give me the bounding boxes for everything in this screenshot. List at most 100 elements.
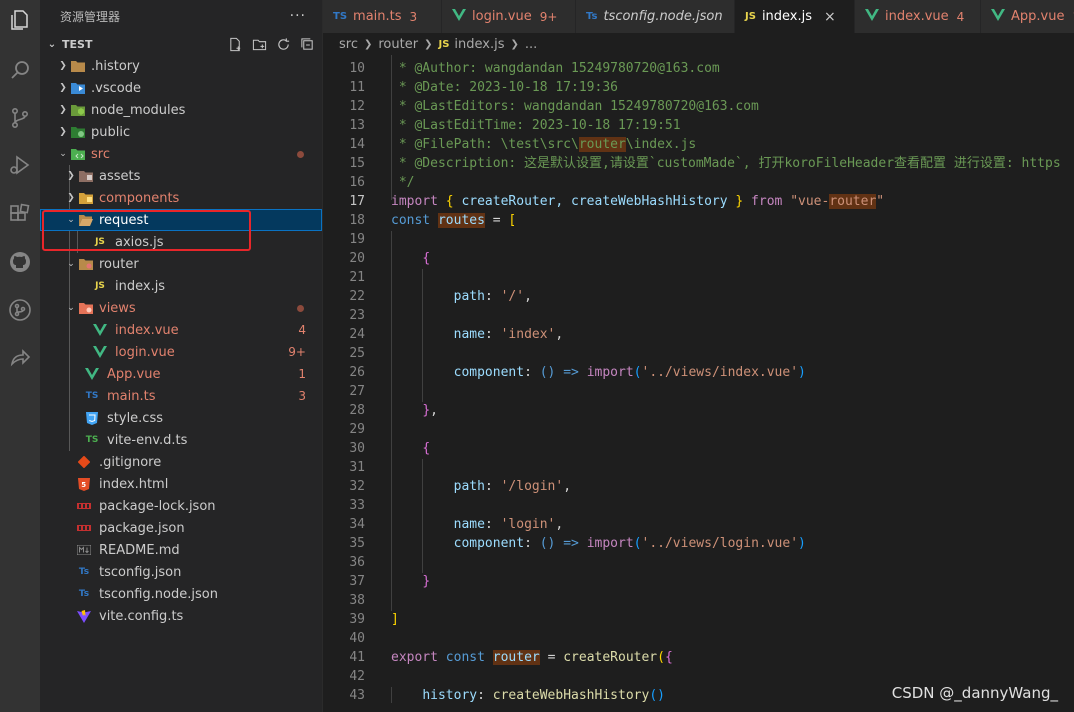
code-token: component xyxy=(453,536,525,551)
problem-count-badge: 9+ xyxy=(288,345,306,359)
tree-item-label: vite-env.d.ts xyxy=(107,432,188,448)
workspace-root[interactable]: ⌄ TEST xyxy=(40,33,322,55)
tab-index-vue[interactable]: index.vue 4 xyxy=(855,0,981,33)
tree-item-label: App.vue xyxy=(107,366,161,382)
tree-folder-history[interactable]: ❯ .history xyxy=(40,55,322,77)
tree-item-label: public xyxy=(91,124,131,140)
javascript-file-icon: JS xyxy=(95,281,105,291)
code-text: const routes = [ xyxy=(391,213,517,228)
search-icon[interactable] xyxy=(0,50,40,90)
code-text: * @Date: 2023-10-18 17:19:36 xyxy=(391,80,618,95)
tree-folder-router[interactable]: ⌄ router xyxy=(40,253,322,275)
breadcrumb-item[interactable]: index.js xyxy=(454,37,504,52)
views-folder-icon xyxy=(78,300,94,316)
vscode-folder-icon xyxy=(70,80,86,96)
tree-file-index-html[interactable]: 5 index.html xyxy=(40,473,322,495)
tree-file-app-vue[interactable]: App.vue 1 xyxy=(40,363,322,385)
tab-main-ts[interactable]: TS main.ts 3 xyxy=(323,0,442,33)
tree-folder-vscode[interactable]: ❯ .vscode xyxy=(40,77,322,99)
code-text: import { createRouter, createWebHashHist… xyxy=(391,194,885,209)
npm-file-icon xyxy=(74,498,94,514)
problem-count-badge: 4 xyxy=(298,323,306,337)
code-line: 21 xyxy=(323,268,1074,287)
tree-file-readme[interactable]: README.md xyxy=(40,539,322,561)
tab-tsconfig-node[interactable]: Ts tsconfig.node.json xyxy=(576,0,735,33)
tree-file-package-json[interactable]: package.json xyxy=(40,517,322,539)
tree-item-label: index.js xyxy=(115,278,166,294)
tree-file-main-ts[interactable]: TS main.ts 3 xyxy=(40,385,322,407)
code-line: 35 component: () => import('../views/log… xyxy=(323,534,1074,553)
line-number: 14 xyxy=(349,137,365,152)
tree-item-label: vite.config.ts xyxy=(99,608,184,624)
problem-count-badge: 3 xyxy=(409,9,418,24)
tree-file-package-lock[interactable]: package-lock.json xyxy=(40,495,322,517)
tree-item-label: .gitignore xyxy=(99,454,162,470)
line-number: 23 xyxy=(349,308,365,323)
code-token: "vue- xyxy=(790,194,830,209)
tree-folder-assets[interactable]: ❯ assets xyxy=(40,165,322,187)
tree-item-label: router xyxy=(99,256,139,272)
tree-item-label: .history xyxy=(91,58,140,74)
code-token: path xyxy=(453,289,485,304)
breadcrumb-item[interactable]: src xyxy=(339,37,358,52)
tree-file-index-vue[interactable]: index.vue 4 xyxy=(40,319,322,341)
code-line: 36 xyxy=(323,553,1074,572)
github-icon[interactable] xyxy=(0,242,40,282)
line-number: 18 xyxy=(349,213,365,228)
code-token: component xyxy=(453,365,525,380)
code-text: * @Author: wangdandan 15249780720@163.co… xyxy=(391,61,720,76)
extensions-icon[interactable] xyxy=(0,194,40,234)
code-token: const xyxy=(391,213,431,228)
tab-app-vue[interactable]: App.vue 1 xyxy=(981,0,1074,33)
tree-file-tsconfig[interactable]: Ts tsconfig.json xyxy=(40,561,322,583)
code-line: 23 xyxy=(323,306,1074,325)
vue-file-icon xyxy=(90,322,110,338)
code-token: createRouter, createWebHashHistory xyxy=(461,194,728,209)
new-folder-icon[interactable] xyxy=(250,35,268,53)
tree-folder-components[interactable]: ❯ components xyxy=(40,187,322,209)
close-icon[interactable]: × xyxy=(824,9,836,25)
breadcrumb-item[interactable]: router xyxy=(378,37,418,52)
new-file-icon[interactable] xyxy=(226,35,244,53)
code-editor[interactable]: 10 * @Author: wangdandan 15249780720@163… xyxy=(323,55,1074,712)
run-debug-icon[interactable] xyxy=(0,145,40,185)
code-text: \index.js xyxy=(625,137,697,152)
tree-folder-node-modules[interactable]: ❯ node_modules xyxy=(40,99,322,121)
code-text: path: '/login', xyxy=(453,479,572,494)
git-graph-icon[interactable] xyxy=(0,290,40,330)
tree-file-gitignore[interactable]: .gitignore xyxy=(40,451,322,473)
tree-file-vite-env[interactable]: TS vite-env.d.ts xyxy=(40,429,322,451)
collapse-all-icon[interactable] xyxy=(298,35,316,53)
tree-folder-views[interactable]: ⌄ views xyxy=(40,297,322,319)
refresh-icon[interactable] xyxy=(274,35,292,53)
code-text: name: 'index', xyxy=(453,327,564,342)
code-text: path: '/', xyxy=(453,289,532,304)
tab-login-vue[interactable]: login.vue 9+ xyxy=(442,0,576,33)
src-folder-icon xyxy=(70,146,86,162)
tree-folder-src[interactable]: ⌄ src xyxy=(40,143,322,165)
tree-item-label: style.css xyxy=(107,410,163,426)
tab-index-js[interactable]: JS index.js × xyxy=(735,0,855,33)
line-number: 12 xyxy=(349,99,365,114)
problem-count-badge: 3 xyxy=(298,389,306,403)
vue-file-icon xyxy=(90,344,110,360)
breadcrumb-item[interactable]: ... xyxy=(525,37,537,52)
more-actions-icon[interactable]: ··· xyxy=(290,8,306,24)
tree-file-vite-config[interactable]: vite.config.ts xyxy=(40,605,322,627)
source-control-icon[interactable] xyxy=(0,98,40,138)
line-number: 31 xyxy=(349,460,365,475)
tab-label: tsconfig.node.json xyxy=(603,9,723,24)
live-share-icon[interactable] xyxy=(0,338,40,378)
tree-file-login-vue[interactable]: login.vue 9+ xyxy=(40,341,322,363)
code-text: * @Description: 这是默认设置,请设置`customMade`, … xyxy=(391,156,1061,171)
tree-file-index-js[interactable]: JS index.js xyxy=(40,275,322,297)
tree-file-tsconfig-node[interactable]: Ts tsconfig.node.json xyxy=(40,583,322,605)
sidebar-header: 资源管理器 ··· xyxy=(40,0,322,33)
tree-item-label: components xyxy=(99,190,180,206)
tree-folder-public[interactable]: ❯ public xyxy=(40,121,322,143)
explorer-icon[interactable] xyxy=(0,0,40,40)
highlight-annotation xyxy=(42,210,251,251)
css-file-icon xyxy=(82,410,102,426)
typescript-file-icon: TS xyxy=(333,11,348,22)
tree-file-style-css[interactable]: style.css xyxy=(40,407,322,429)
